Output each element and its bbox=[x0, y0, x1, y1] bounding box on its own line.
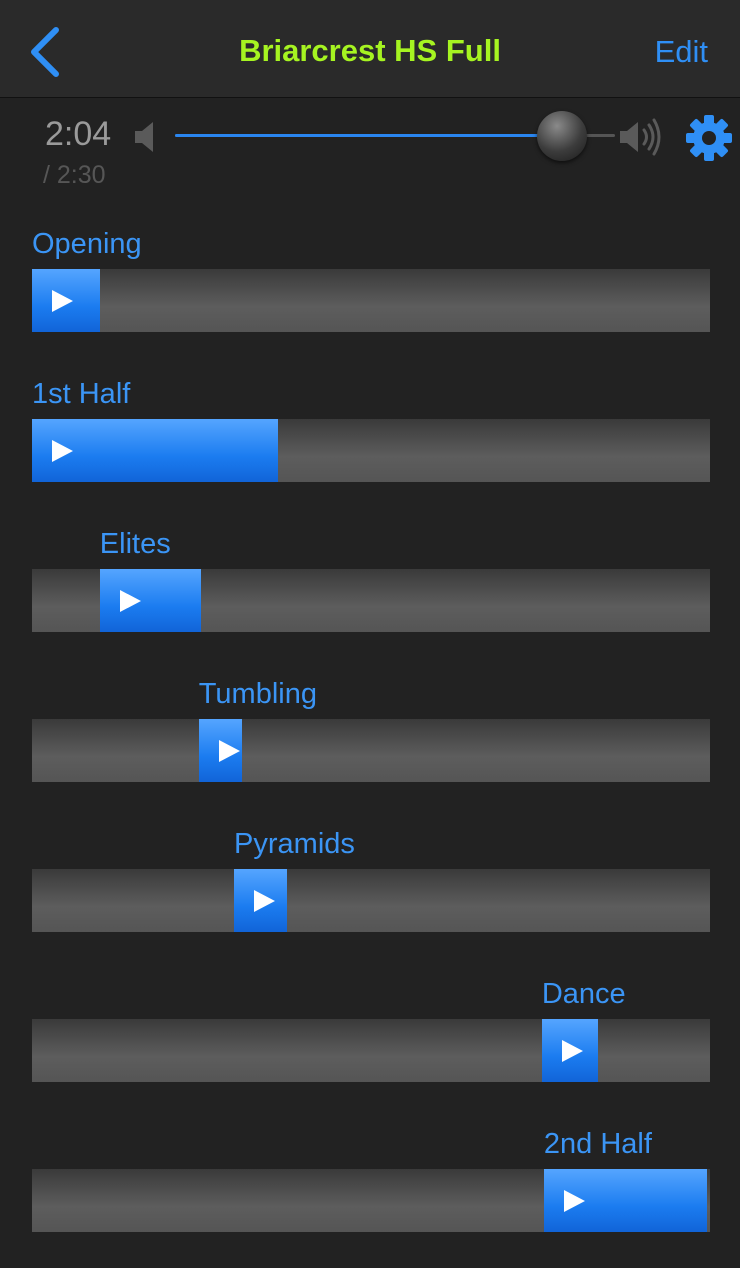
section-play-button[interactable] bbox=[32, 269, 100, 332]
section-timeline-bar[interactable] bbox=[32, 719, 710, 782]
play-icon bbox=[119, 590, 141, 612]
volume-slider[interactable] bbox=[175, 111, 615, 161]
section-label: Elites bbox=[99, 528, 171, 560]
section-timeline-bar[interactable] bbox=[32, 1019, 710, 1082]
section-timeline-bar[interactable] bbox=[32, 569, 710, 632]
section-timeline-bar[interactable] bbox=[32, 419, 710, 482]
current-time: 2:04 bbox=[45, 115, 112, 153]
section-row: 2nd Half bbox=[0, 1118, 740, 1268]
section-label: Pyramids bbox=[234, 828, 355, 860]
total-time: / 2:30 bbox=[43, 161, 106, 189]
play-icon bbox=[254, 890, 276, 912]
section-play-button[interactable] bbox=[541, 1019, 599, 1082]
section-play-button[interactable] bbox=[198, 719, 243, 782]
volume-slider-thumb[interactable] bbox=[537, 111, 588, 161]
volume-high-icon bbox=[620, 118, 661, 156]
section-timeline-bar[interactable] bbox=[32, 269, 710, 332]
gear-icon[interactable] bbox=[684, 113, 734, 163]
page-title: Briarcrest HS Full bbox=[239, 33, 501, 68]
play-icon bbox=[563, 1190, 585, 1212]
section-row: Dance bbox=[0, 968, 740, 1118]
section-label: 1st Half bbox=[32, 378, 131, 410]
transport-bar: 2:04 / 2:30 bbox=[0, 97, 740, 197]
play-icon bbox=[561, 1040, 583, 1062]
section-play-button[interactable] bbox=[99, 569, 202, 632]
section-label: Opening bbox=[32, 228, 142, 260]
section-timeline-bar[interactable] bbox=[32, 1169, 710, 1232]
section-play-button[interactable] bbox=[32, 419, 279, 482]
volume-low-icon bbox=[135, 122, 153, 152]
section-label: 2nd Half bbox=[543, 1128, 652, 1160]
section-row: Elites bbox=[0, 518, 740, 668]
section-row: Opening bbox=[0, 218, 740, 368]
play-icon bbox=[52, 290, 73, 312]
volume-slider-fill bbox=[175, 134, 563, 137]
play-icon bbox=[218, 740, 240, 762]
section-row: 1st Half bbox=[0, 368, 740, 518]
section-play-button[interactable] bbox=[543, 1169, 707, 1232]
navigation-bar: Briarcrest HS Full Edit bbox=[0, 0, 740, 98]
section-label: Dance bbox=[541, 978, 626, 1010]
section-row: Pyramids bbox=[0, 818, 740, 968]
section-label: Tumbling bbox=[198, 678, 317, 710]
edit-button[interactable]: Edit bbox=[655, 34, 708, 70]
section-play-button[interactable] bbox=[234, 869, 287, 932]
section-timeline-bar[interactable] bbox=[32, 869, 710, 932]
section-row: Tumbling bbox=[0, 668, 740, 818]
play-icon bbox=[52, 440, 73, 462]
